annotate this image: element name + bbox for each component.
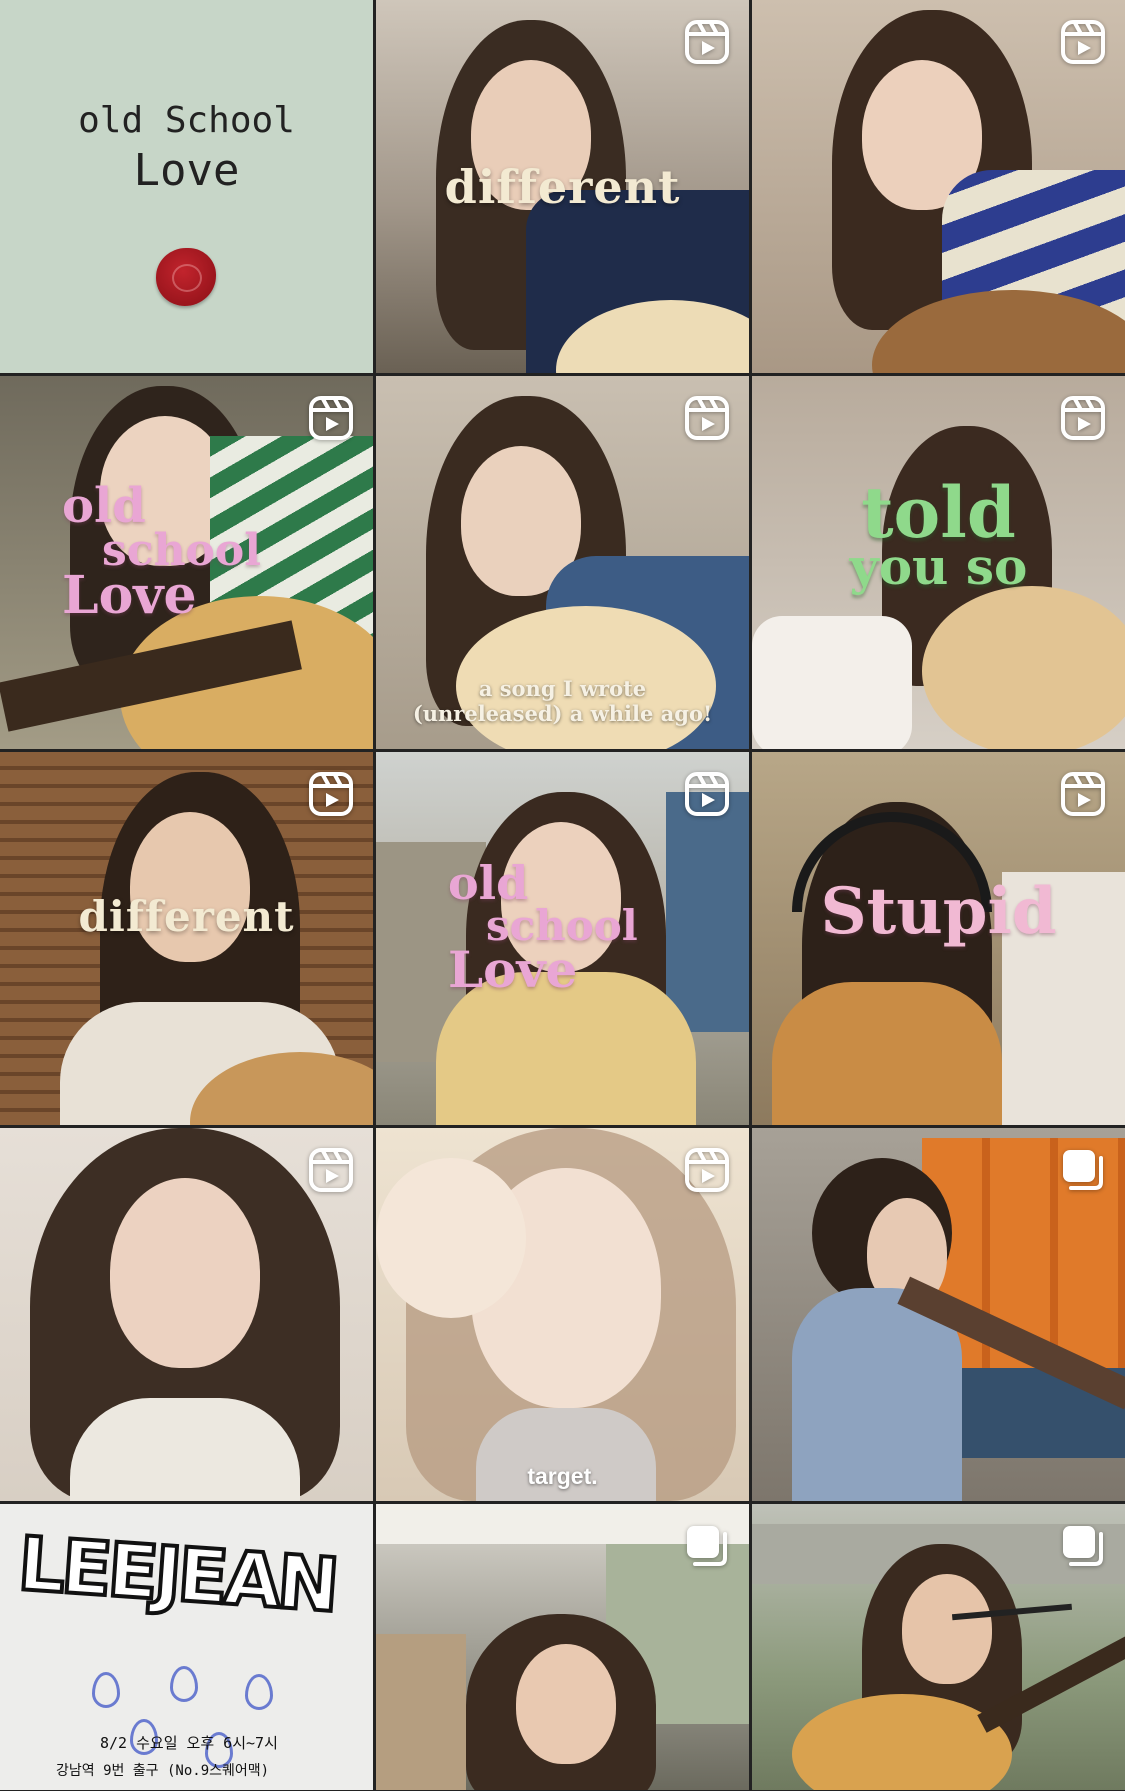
figure-shirt (772, 982, 1002, 1125)
cover-title: old School Love (0, 98, 373, 198)
post-tile-target[interactable]: target. (376, 1128, 749, 1501)
post-tile-graffiti[interactable] (752, 1128, 1125, 1501)
post-tile-cover[interactable]: old School Love (0, 0, 373, 373)
event-place: 강남역 9번 출구 (No.9스퀘어맥) (56, 1763, 270, 1779)
figure-hand (376, 1158, 526, 1318)
building-right (666, 792, 749, 1032)
event-date: 8/2 수요일 오후 6시~7시 (100, 1734, 278, 1752)
reel-icon (683, 18, 731, 66)
carousel-icon (1059, 1522, 1107, 1570)
figure-face (902, 1574, 992, 1684)
figure-face (471, 60, 591, 210)
reel-icon (683, 394, 731, 442)
reel-icon (683, 1146, 731, 1194)
reel-icon (307, 770, 355, 818)
post-tile-car[interactable] (376, 1504, 749, 1790)
post-tile-selfie[interactable] (0, 1128, 373, 1501)
post-tile-stupid[interactable]: Stupid (752, 752, 1125, 1125)
post-tile-different-2[interactable]: different (0, 752, 373, 1125)
post-tile-told-you-so[interactable]: told you so (752, 376, 1125, 749)
figure-face (130, 812, 250, 962)
post-tile-different[interactable]: different (376, 0, 749, 373)
figure-face (110, 1178, 260, 1368)
reel-icon (1059, 18, 1107, 66)
profile-grid: old School Love different old school Lov (0, 0, 1125, 1791)
post-tile-oldschool-1[interactable]: old school Love (0, 376, 373, 749)
reel-icon (1059, 770, 1107, 818)
reel-icon (307, 394, 355, 442)
cover-title-line2: Love (133, 145, 240, 196)
post-tile-oldschool-2[interactable]: old school Love (376, 752, 749, 1125)
car-seat (376, 1634, 466, 1790)
wax-seal-icon (156, 248, 216, 306)
post-tile-striped[interactable] (752, 0, 1125, 373)
leejean-logo: LEEJEAN (13, 1519, 340, 1631)
cover-title-line1: old School (78, 100, 295, 141)
reel-icon (1059, 394, 1107, 442)
bed-sheet (1002, 872, 1125, 1125)
reel-icon (307, 1146, 355, 1194)
reel-icon (683, 770, 731, 818)
post-tile-song-i-wrote[interactable]: a song I wrote (unreleased) a while ago! (376, 376, 749, 749)
pillow (752, 616, 912, 749)
figure-sweater (436, 972, 696, 1125)
carousel-icon (1059, 1146, 1107, 1194)
headphones-icon (792, 812, 992, 912)
figure-shirt (70, 1398, 300, 1501)
figure-face (516, 1644, 616, 1764)
figure-face (501, 822, 621, 972)
figure-hoodie (476, 1408, 656, 1501)
post-tile-busking[interactable] (752, 1504, 1125, 1790)
carousel-icon (683, 1522, 731, 1570)
post-tile-poster[interactable]: LEEJEAN 8/2 수요일 오후 6시~7시 강남역 9번 출구 (No.9… (0, 1504, 373, 1790)
